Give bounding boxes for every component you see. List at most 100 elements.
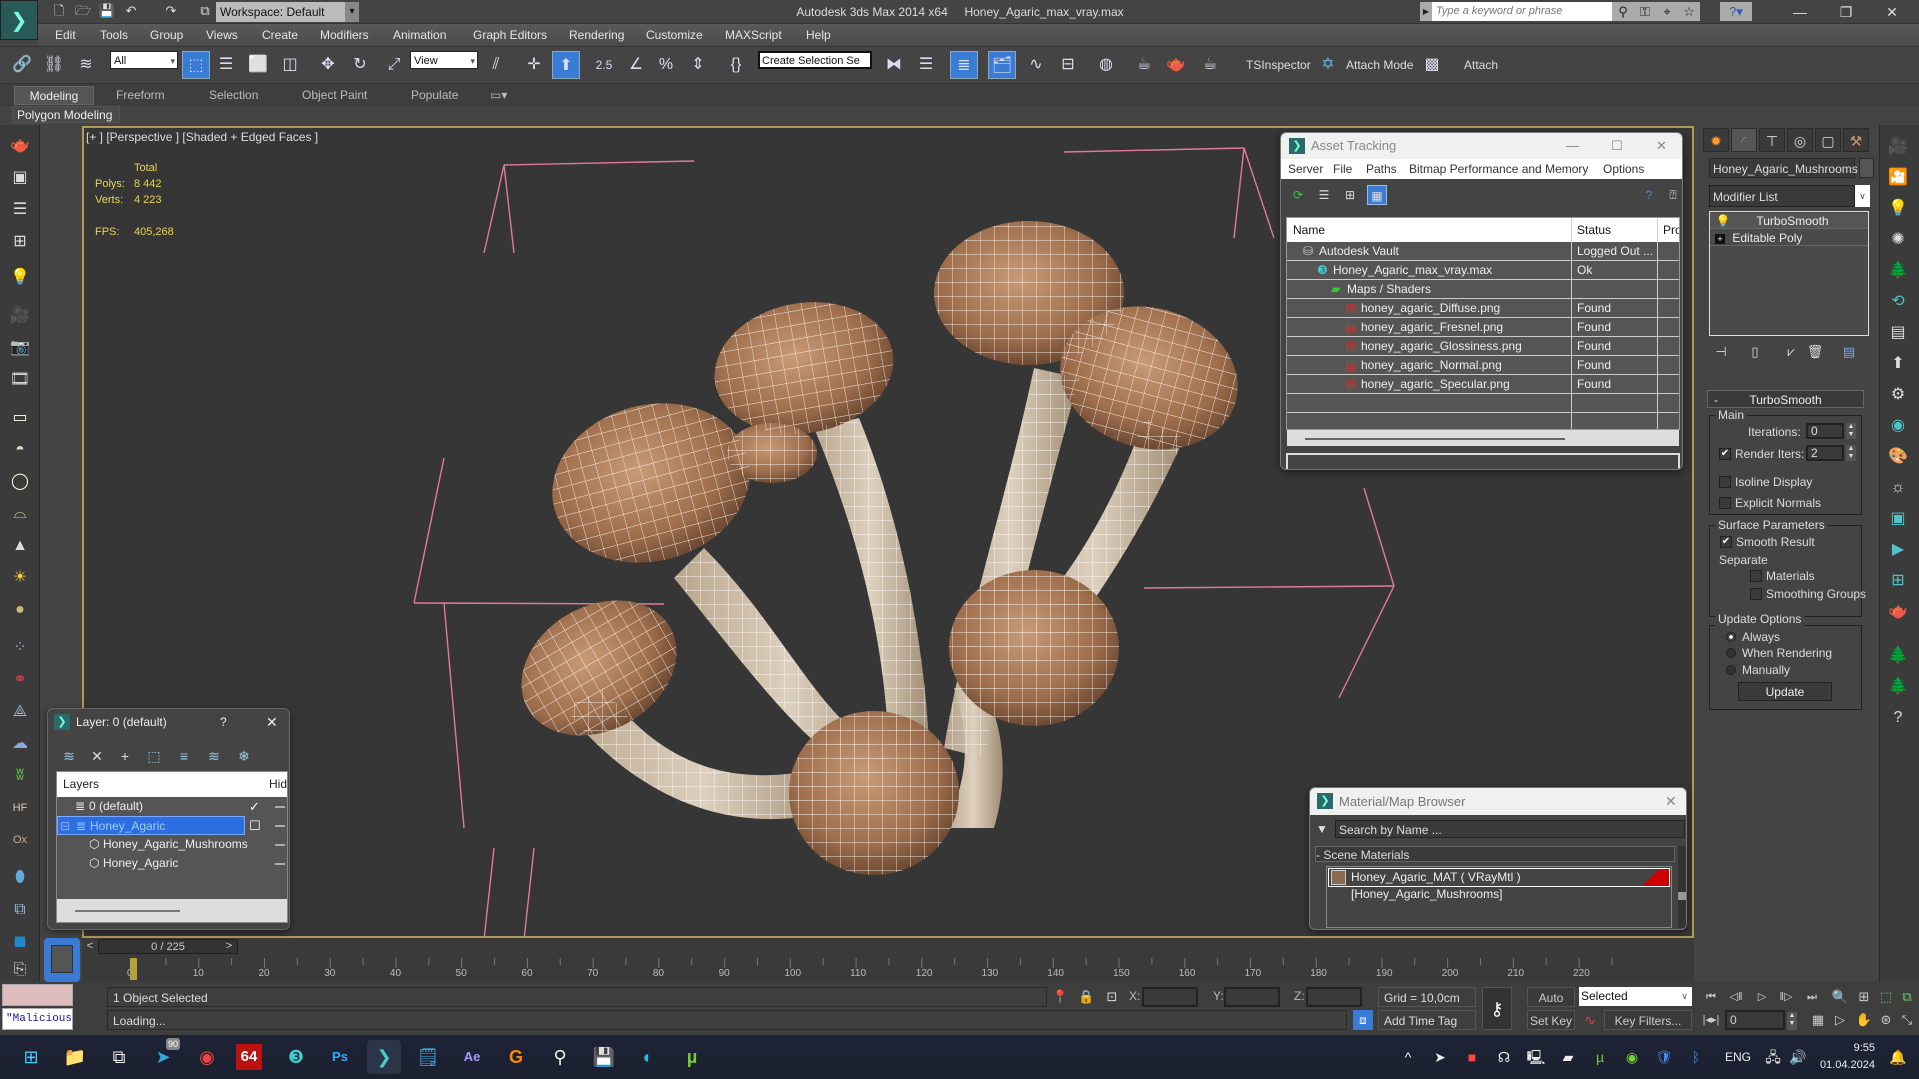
- polygon-modeling-panel[interactable]: Polygon Modeling: [12, 106, 120, 123]
- material-item[interactable]: Honey_Agaric_MAT ( VRayMtl ) [Honey_Agar…: [1328, 868, 1670, 901]
- new-layer-icon[interactable]: ≋: [58, 745, 80, 767]
- scene-materials-group[interactable]: - Scene Materials: [1315, 846, 1675, 862]
- add-time-tag-button[interactable]: Add Time Tag: [1378, 1010, 1476, 1030]
- object-color-swatch[interactable]: [1859, 158, 1874, 178]
- absolute-mode-icon[interactable]: ⊡: [1104, 987, 1120, 1007]
- clouds-icon[interactable]: ☁: [6, 731, 34, 757]
- search-expand-icon[interactable]: ▶: [1420, 2, 1432, 21]
- column-proxy[interactable]: Pro: [1663, 218, 1679, 242]
- object-name-field[interactable]: Honey_Agaric_Mushrooms: [1709, 158, 1858, 178]
- light-bulb-icon[interactable]: 💡: [1884, 196, 1912, 222]
- camera-target-icon[interactable]: 📷: [6, 335, 34, 361]
- camera-add-icon[interactable]: 🎦: [1884, 165, 1912, 191]
- named-selection-sets-dropdown[interactable]: Create Selection Se: [758, 51, 872, 69]
- select-object-icon[interactable]: ⬚: [182, 51, 210, 79]
- select-rotate-icon[interactable]: ↻: [346, 51, 374, 79]
- spinner-snap-icon[interactable]: ⇕: [684, 51, 712, 79]
- bind-space-warp-icon[interactable]: ≋: [72, 51, 100, 79]
- ribbon-options-icon[interactable]: ▭▾: [484, 86, 513, 105]
- sun-light-icon[interactable]: ☀: [6, 565, 34, 591]
- list-view-icon[interactable]: ☰: [1314, 185, 1334, 205]
- close-button[interactable]: ✕: [266, 709, 278, 735]
- browser-options-icon[interactable]: ▼: [1316, 820, 1332, 838]
- minimize-button[interactable]: —: [1780, 0, 1820, 24]
- time-tag-icon[interactable]: ⧈: [1353, 1010, 1373, 1030]
- column-layers[interactable]: Layers: [63, 772, 99, 797]
- turbosmooth-rollout-header[interactable]: - TurboSmooth: [1707, 390, 1864, 408]
- edge-icon[interactable]: ◐: [631, 1040, 665, 1074]
- delete-layer-icon[interactable]: ✕: [86, 745, 108, 767]
- menu-graph-editors[interactable]: Graph Editors: [473, 24, 547, 46]
- menu-create[interactable]: Create: [262, 24, 298, 46]
- tree-card-icon[interactable]: ⬆: [1884, 351, 1912, 377]
- ribbon-tab-selection[interactable]: Selection: [203, 86, 264, 105]
- help-circle-icon[interactable]: ?: [1884, 705, 1912, 731]
- mini-curve-editor-toggle[interactable]: [44, 938, 80, 982]
- angle-snap-icon[interactable]: ∠: [622, 51, 650, 79]
- hierarchy-tab-icon[interactable]: ⊤: [1759, 128, 1785, 152]
- current-frame-marker[interactable]: [130, 958, 137, 980]
- scrollbar-thumb[interactable]: [1678, 892, 1686, 900]
- asset-menu-paths[interactable]: Paths: [1366, 161, 1397, 177]
- forest-convert-icon[interactable]: 🌲: [1884, 674, 1912, 700]
- current-layer-checkbox[interactable]: ☐: [249, 816, 261, 835]
- keyboard-shortcut-override-icon[interactable]: ⬆: [552, 51, 580, 79]
- select-scale-icon[interactable]: ⤢: [380, 51, 408, 79]
- telegram-icon[interactable]: ➤ 90: [146, 1038, 181, 1074]
- modify-tab-icon[interactable]: ◜: [1731, 128, 1757, 152]
- close-button[interactable]: ✕: [1872, 0, 1912, 24]
- spinner-arrows-icon[interactable]: ▲ ▼: [1846, 423, 1856, 439]
- add-to-layer-icon[interactable]: +: [114, 745, 136, 767]
- key-sign-in-icon[interactable]: ⚿: [1634, 2, 1656, 21]
- asset-menu-file[interactable]: File: [1333, 161, 1352, 177]
- viewport-label[interactable]: [+ ] [Perspective ] [Shaded + Edged Face…: [86, 130, 318, 144]
- new-file-icon[interactable]: 🗋: [50, 2, 68, 20]
- hotspot-tray-icon[interactable]: ☊: [1494, 1044, 1514, 1070]
- zoom-extents-all-icon[interactable]: ⧉: [1897, 987, 1917, 1007]
- attach-mode-button[interactable]: Attach Mode: [1346, 51, 1413, 79]
- nvidia-tray-icon[interactable]: ◉: [1622, 1044, 1642, 1070]
- update-button[interactable]: Update: [1738, 682, 1832, 701]
- refresh-scene-icon[interactable]: ⟲: [1884, 289, 1912, 315]
- network-lock-tray-icon[interactable]: 🖳: [1526, 1044, 1546, 1070]
- molecule-icon[interactable]: ⚭: [6, 667, 34, 693]
- iterations-spinner[interactable]: 0: [1806, 423, 1844, 439]
- exit-file-icon[interactable]: ⎘: [6, 957, 34, 983]
- select-objects-icon[interactable]: ⬚: [143, 745, 165, 767]
- rendered-frame-window-icon[interactable]: 🫖: [1162, 51, 1190, 79]
- scrollbar-thumb[interactable]: [75, 910, 180, 912]
- vertical-scrollbar[interactable]: [1678, 846, 1686, 928]
- previous-frame-arrow[interactable]: <: [83, 939, 97, 954]
- project-folder-icon[interactable]: ⧉: [196, 2, 214, 20]
- light-lister-icon[interactable]: 💡: [6, 265, 34, 291]
- time-slider-track[interactable]: [82, 938, 1694, 956]
- ribbon-tab-object-paint[interactable]: Object Paint: [296, 86, 373, 105]
- asset-path-field[interactable]: [1286, 453, 1680, 469]
- maxscript-listener-input[interactable]: "Malicious s: [2, 1008, 73, 1030]
- spinner-arrows-icon[interactable]: ▲ ▼: [1846, 445, 1856, 461]
- app-menu-button[interactable]: ❯: [0, 0, 38, 40]
- selection-lock-icon[interactable]: 🔒: [1078, 987, 1094, 1007]
- asset-row[interactable]: ▤ honey_agaric_Glossiness.png Found: [1287, 337, 1679, 356]
- menu-views[interactable]: Views: [206, 24, 238, 46]
- photoshop-icon[interactable]: Ps: [323, 1040, 357, 1074]
- current-layer-checkbox[interactable]: ✓: [249, 797, 260, 816]
- volume-tray-icon[interactable]: 🔊: [1788, 1044, 1808, 1070]
- hair-farm-icon[interactable]: HF: [6, 795, 34, 821]
- orbit-icon[interactable]: ⊛: [1876, 1010, 1896, 1030]
- disc-light-icon[interactable]: ◯: [6, 469, 34, 495]
- asset-row[interactable]: ▤ honey_agaric_Normal.png Found: [1287, 356, 1679, 375]
- asset-row[interactable]: ▤ honey_agaric_Diffuse.png Found: [1287, 299, 1679, 318]
- menu-tools[interactable]: Tools: [100, 24, 128, 46]
- column-name[interactable]: Name: [1293, 218, 1325, 242]
- after-effects-icon[interactable]: Ae: [455, 1040, 489, 1074]
- region-render-icon[interactable]: ⊞: [1884, 568, 1912, 594]
- attach-mode-star-icon[interactable]: ✡: [1314, 51, 1342, 79]
- save-icon[interactable]: 💾: [98, 2, 116, 20]
- redo-icon[interactable]: ↷: [162, 2, 180, 20]
- table-panel-icon[interactable]: ⊞: [6, 229, 34, 255]
- key-mode-dropdown[interactable]: Selected ∨: [1579, 987, 1692, 1006]
- asset-row[interactable]: ▤ honey_agaric_Specular.png Found: [1287, 375, 1679, 394]
- menu-group[interactable]: Group: [150, 24, 183, 46]
- gear-icon[interactable]: ⚙: [1884, 382, 1912, 408]
